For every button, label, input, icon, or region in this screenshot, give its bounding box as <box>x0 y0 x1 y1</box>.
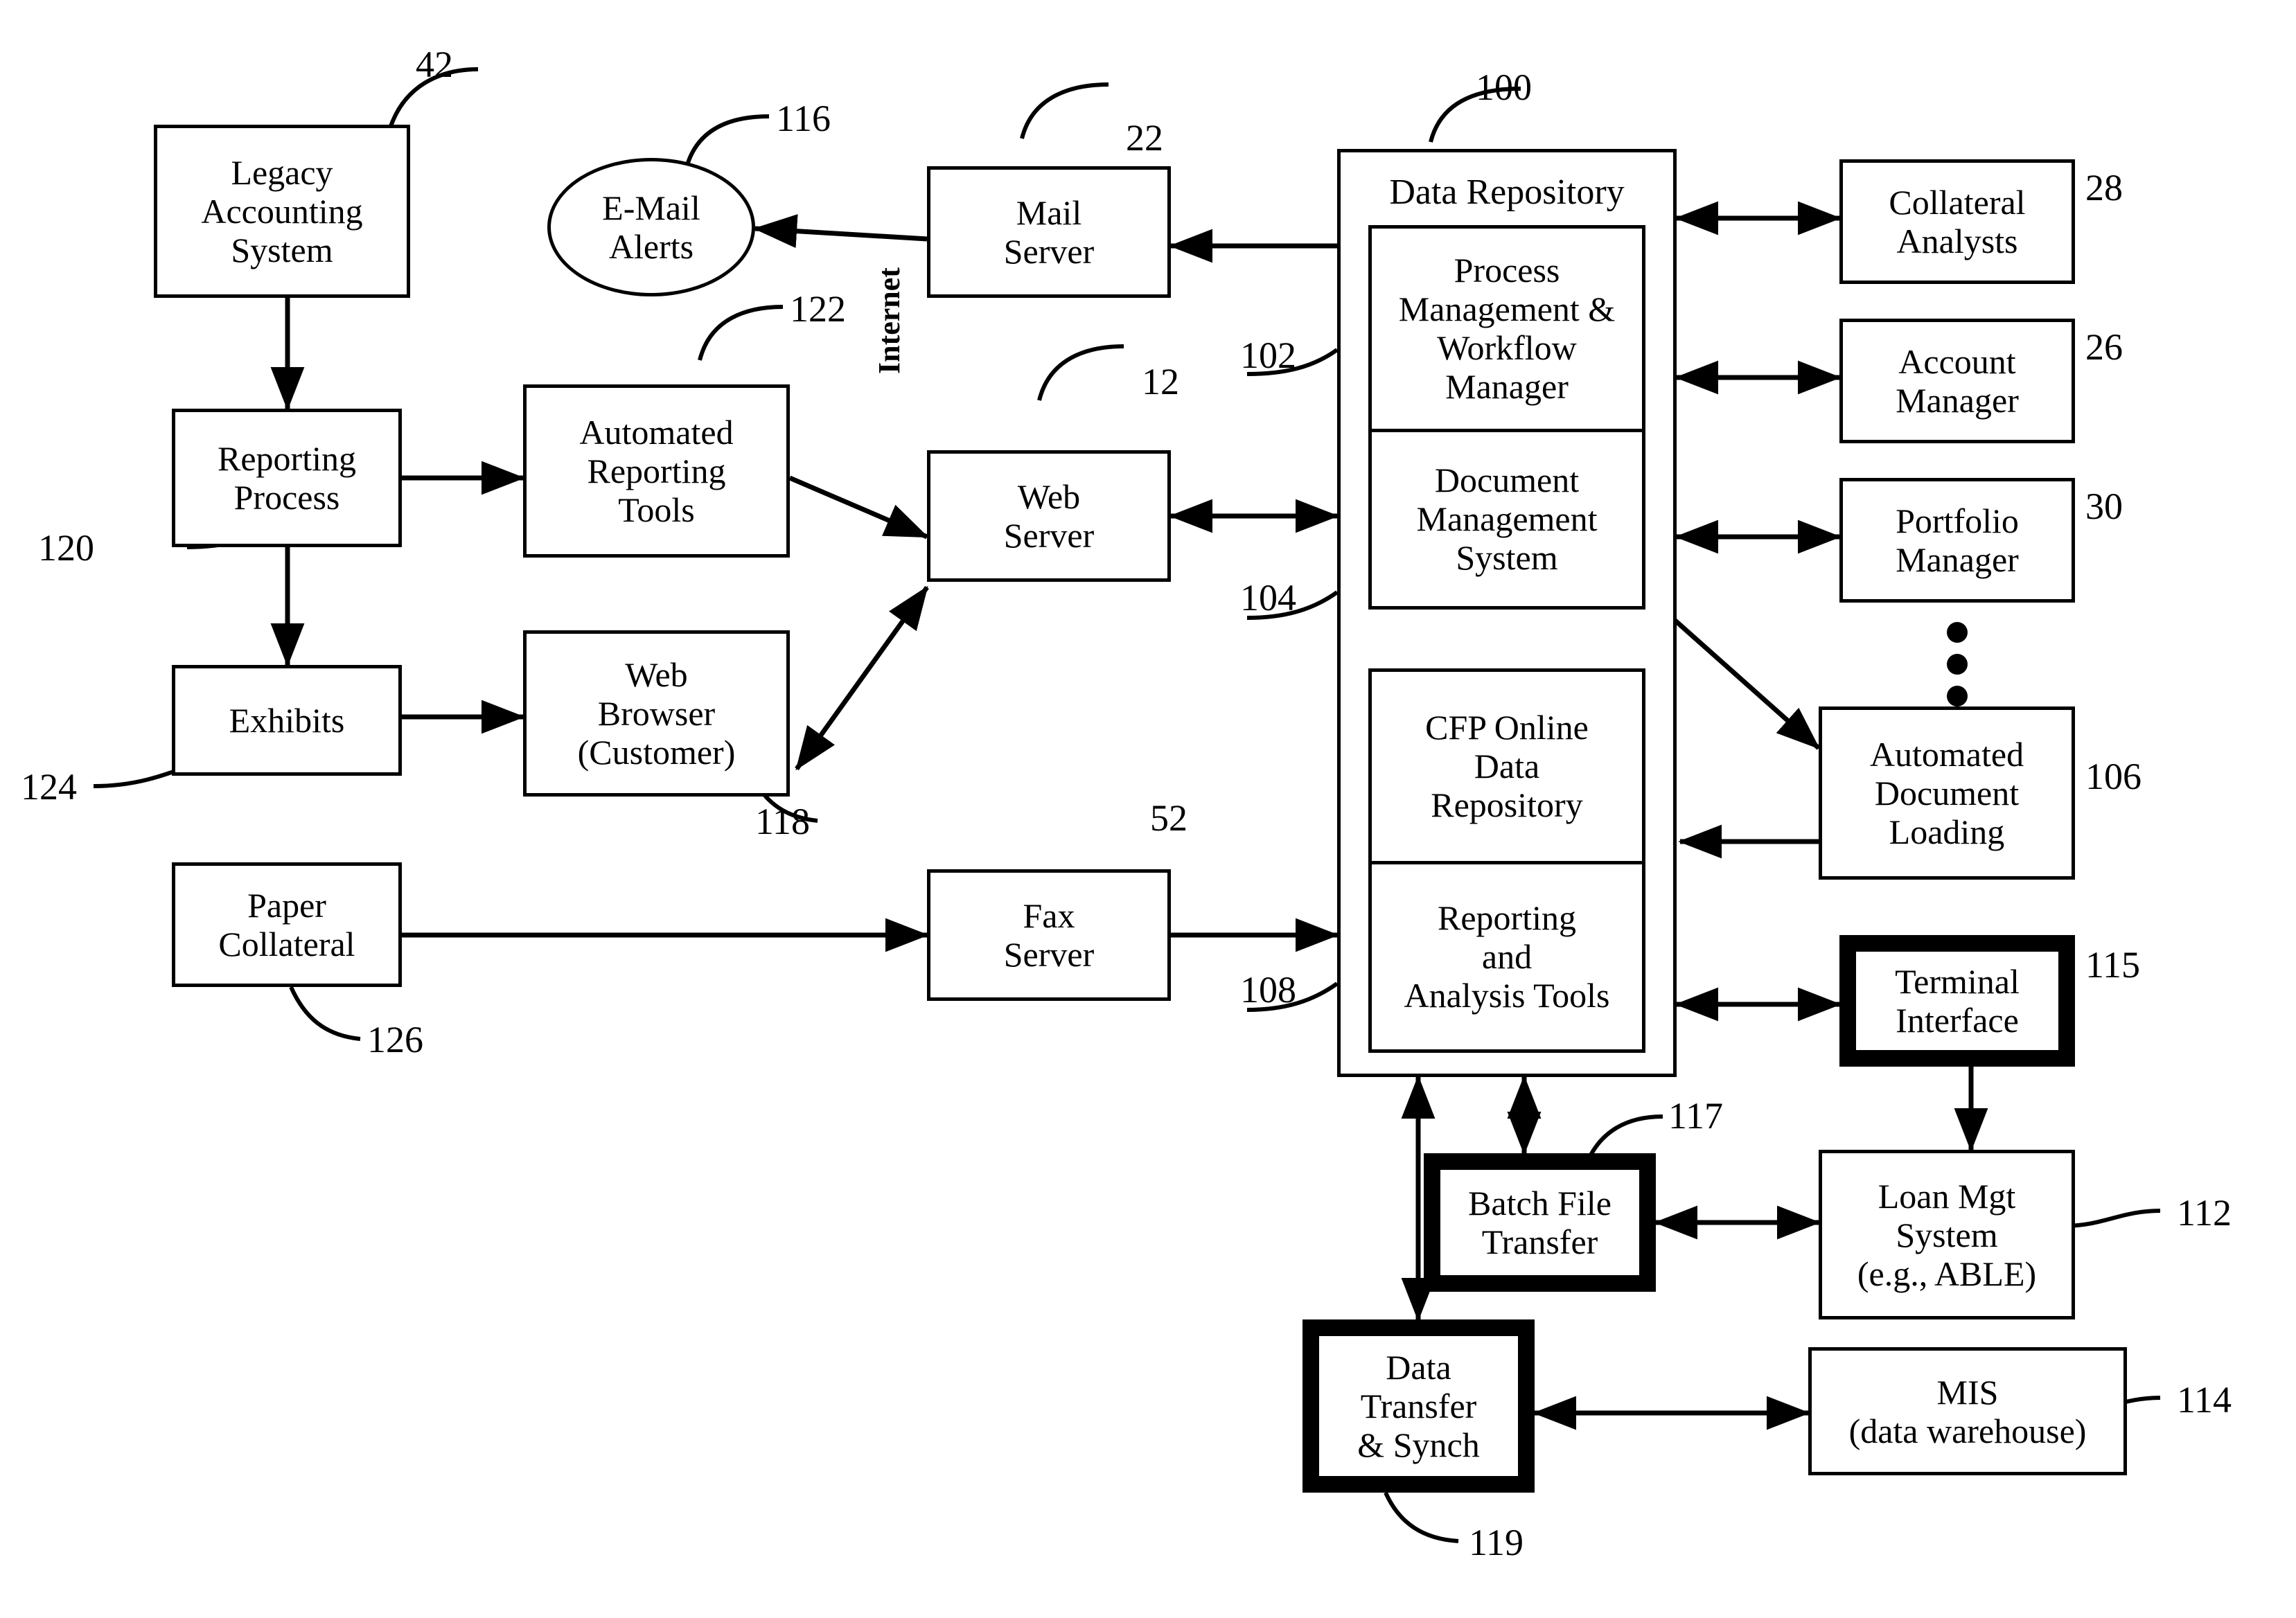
node-label: MIS (data warehouse) <box>1848 1372 2087 1450</box>
node-label: Terminal Interface <box>1895 962 2020 1040</box>
vertical-ellipsis-icon <box>1947 622 1968 706</box>
ref-117: 117 <box>1668 1095 1723 1137</box>
ref-12: 12 <box>1142 361 1179 402</box>
ref-115: 115 <box>2085 944 2140 986</box>
ref-122: 122 <box>790 288 846 330</box>
ref-102: 102 <box>1240 335 1296 376</box>
ref-119: 119 <box>1469 1522 1524 1563</box>
ref-112: 112 <box>2177 1192 2232 1234</box>
ref-42: 42 <box>416 44 453 85</box>
ref-126: 126 <box>367 1019 423 1060</box>
node-label: Automated Document Loading <box>1869 735 2024 851</box>
ref-30: 30 <box>2085 486 2123 527</box>
node-label: E-Mail Alerts <box>602 188 700 266</box>
node-label: Data Transfer & Synch <box>1357 1348 1480 1464</box>
ref-108: 108 <box>1240 969 1296 1011</box>
node-portfolio-manager[interactable]: Portfolio Manager <box>1839 478 2075 603</box>
node-label: Exhibits <box>229 701 345 740</box>
data-repository-title: Data Repository <box>1389 172 1625 212</box>
figure-canvas: Legacy Accounting System 42 Reporting Proce… <box>0 0 2296 1618</box>
node-reporting-and-analysis-tools[interactable]: Reporting and Analysis Tools <box>1372 860 1642 1050</box>
node-automated-document-loading[interactable]: Automated Document Loading <box>1819 706 2075 880</box>
node-label: Account Manager <box>1896 342 2019 420</box>
node-legacy-accounting-system[interactable]: Legacy Accounting System <box>154 125 410 298</box>
node-account-manager[interactable]: Account Manager <box>1839 319 2075 443</box>
ref-116: 116 <box>776 98 831 139</box>
node-mail-server[interactable]: Mail Server <box>927 166 1171 298</box>
node-loan-mgt-system[interactable]: Loan Mgt System (e.g., ABLE) <box>1819 1150 2075 1319</box>
node-data-transfer-synch[interactable]: Data Transfer & Synch <box>1302 1319 1535 1493</box>
node-label: Web Server <box>1003 477 1095 555</box>
ref-114: 114 <box>2177 1379 2232 1421</box>
node-fax-server[interactable]: Fax Server <box>927 869 1171 1001</box>
data-repository-lower-stack: CFP Online Data Repository Reporting and Ana… <box>1368 668 1645 1053</box>
node-label: Portfolio Manager <box>1896 501 2019 579</box>
ref-118: 118 <box>755 801 810 842</box>
ref-52: 52 <box>1150 797 1187 839</box>
node-label: Reporting Process <box>218 439 356 517</box>
node-label: Loan Mgt System (e.g., ABLE) <box>1857 1176 2037 1293</box>
node-collateral-analysts[interactable]: Collateral Analysts <box>1839 159 2075 284</box>
node-terminal-interface[interactable]: Terminal Interface <box>1839 935 2075 1067</box>
node-mis-data-warehouse[interactable]: MIS (data warehouse) <box>1808 1347 2127 1475</box>
node-cfp-online-data-repository[interactable]: CFP Online Data Repository <box>1372 672 1642 861</box>
data-repository-upper-stack: Process Management & Workflow Manager Docum… <box>1368 225 1645 610</box>
node-label: Fax Server <box>1003 896 1095 974</box>
node-label: CFP Online Data Repository <box>1425 708 1589 825</box>
node-label: Document Management System <box>1416 461 1598 578</box>
ref-124: 124 <box>21 766 77 808</box>
node-process-management-workflow-manager[interactable]: Process Management & Workflow Manager <box>1372 229 1642 429</box>
ref-28: 28 <box>2085 167 2123 208</box>
ref-106: 106 <box>2085 756 2142 797</box>
node-label: Batch File Transfer <box>1468 1184 1611 1261</box>
ref-100: 100 <box>1476 66 1532 108</box>
node-exhibits[interactable]: Exhibits <box>172 665 402 776</box>
node-label: Mail Server <box>1003 193 1095 271</box>
node-label: Collateral Analysts <box>1889 183 2026 260</box>
node-automated-reporting-tools[interactable]: Automated Reporting Tools <box>523 384 790 558</box>
node-label: Automated Reporting Tools <box>579 413 734 529</box>
node-email-alerts[interactable]: E-Mail Alerts <box>547 158 755 296</box>
internet-label: Internet <box>872 267 906 374</box>
ref-104: 104 <box>1240 577 1296 619</box>
node-label: Web Browser (Customer) <box>577 655 736 772</box>
node-web-browser-customer[interactable]: Web Browser (Customer) <box>523 630 790 797</box>
node-label: Process Management & Workflow Manager <box>1398 251 1616 407</box>
ref-22: 22 <box>1126 117 1163 159</box>
ref-120: 120 <box>38 527 94 569</box>
node-batch-file-transfer[interactable]: Batch File Transfer <box>1424 1153 1656 1292</box>
node-document-management-system[interactable]: Document Management System <box>1372 428 1642 606</box>
ref-26: 26 <box>2085 326 2123 368</box>
node-web-server[interactable]: Web Server <box>927 450 1171 582</box>
node-label: Reporting and Analysis Tools <box>1404 898 1610 1015</box>
node-label: Legacy Accounting System <box>201 153 363 269</box>
node-reporting-process[interactable]: Reporting Process <box>172 409 402 547</box>
node-paper-collateral[interactable]: Paper Collateral <box>172 862 402 987</box>
node-label: Paper Collateral <box>218 886 355 963</box>
